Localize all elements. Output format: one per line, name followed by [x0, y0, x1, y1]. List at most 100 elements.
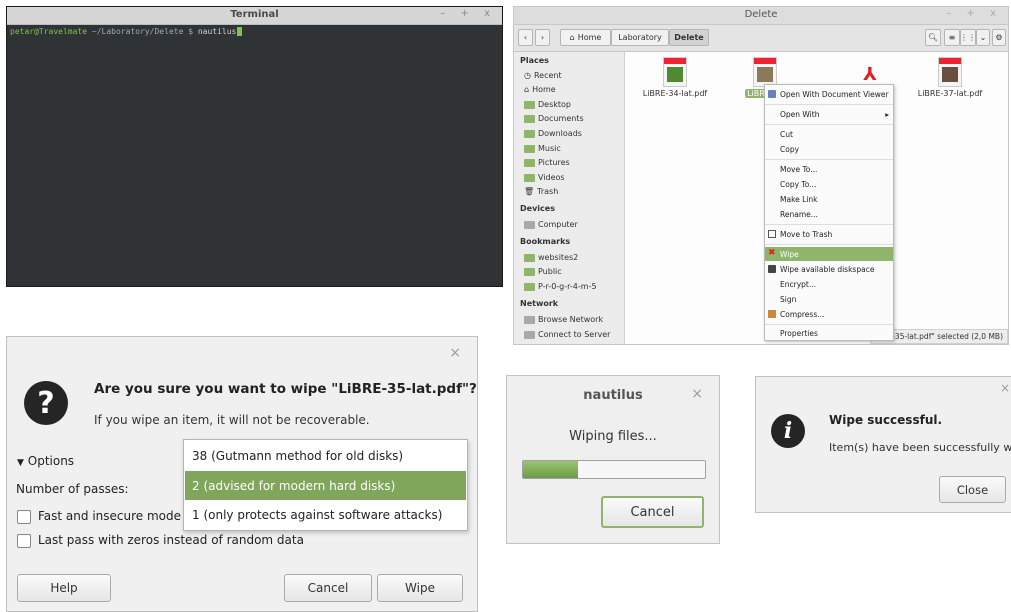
folder-icon [524, 144, 535, 153]
close-icon[interactable]: × [1000, 381, 1010, 395]
dialog-title: Are you sure you want to wipe "LiBRE-35-… [94, 381, 477, 397]
archive-icon [768, 310, 776, 318]
menu-separator [765, 104, 893, 105]
sidebar-item-browse-network[interactable]: Browse Network [524, 315, 603, 324]
menu-item-encrypt[interactable]: Encrypt... [765, 277, 893, 291]
progress-dialog: nautilus × Wiping files... Cancel [506, 375, 720, 544]
sidebar-item-websites2[interactable]: websites2 [524, 253, 578, 262]
pdf-thumbnail-icon [663, 57, 687, 87]
back-button[interactable]: ‹ [518, 29, 533, 46]
fast-mode-checkbox[interactable] [17, 510, 31, 524]
sidebar-item-programs[interactable]: P-r-0-g-r-4-m-5 [524, 282, 597, 291]
menu-item-open-with-viewer[interactable]: Open With Document Viewer [765, 87, 893, 101]
trash-icon: 🗑︎ [524, 187, 535, 196]
window-controls[interactable]: – + x [440, 8, 496, 19]
passes-option-2[interactable]: 2 (advised for modern hard disks) [185, 471, 466, 500]
sidebar-item-computer[interactable]: Computer [524, 220, 578, 229]
menu-separator [765, 159, 893, 160]
menu-item-wipe-diskspace[interactable]: Wipe available diskspace [765, 262, 893, 276]
question-icon: ? [24, 381, 68, 425]
sidebar-item-connect-server[interactable]: Connect to Server [524, 330, 610, 339]
sidebar-item-desktop[interactable]: Desktop [524, 100, 571, 109]
fm-title: Delete [744, 9, 778, 20]
forward-button[interactable]: › [535, 29, 550, 46]
menu-item-cut[interactable]: Cut [765, 127, 893, 141]
bookmarks-header: Bookmarks [520, 237, 571, 246]
window-controls[interactable]: – + x [946, 8, 1002, 19]
folder-icon [524, 114, 535, 123]
list-view-button[interactable]: ≡ [944, 29, 960, 46]
passes-label: Number of passes: [16, 482, 129, 496]
home-icon: ⌂ [569, 33, 575, 42]
sidebar-item-pictures[interactable]: Pictures [524, 158, 570, 167]
menu-item-rename[interactable]: Rename... [765, 207, 893, 221]
sidebar-item-downloads[interactable]: Downloads [524, 129, 582, 138]
fm-titlebar: Delete – + x [514, 7, 1008, 25]
network-icon [524, 315, 535, 324]
devices-header: Devices [520, 204, 555, 213]
folder-icon [524, 173, 535, 182]
menu-item-properties[interactable]: Properties [765, 326, 893, 340]
options-expander[interactable]: ▼ Options [17, 454, 74, 468]
search-button[interactable]: 🔍︎ [925, 29, 941, 46]
file-item[interactable]: LiBRE-37-lat.pdf [915, 57, 985, 98]
sidebar-item-public[interactable]: Public [524, 267, 562, 276]
terminal-command: nautilus [197, 27, 237, 36]
passes-option-1[interactable]: 1 (only protects against software attack… [185, 500, 466, 529]
menu-item-open-with[interactable]: Open With ▸ [765, 107, 893, 121]
menu-item-move-to[interactable]: Move To... [765, 162, 893, 176]
dialog-subtitle: If you wipe an item, it will not be reco… [94, 413, 370, 427]
menu-separator [765, 244, 893, 245]
menu-item-sign[interactable]: Sign [765, 292, 893, 306]
breadcrumb-laboratory[interactable]: Laboratory [611, 29, 669, 46]
sidebar-item-trash[interactable]: 🗑︎ Trash [524, 187, 558, 196]
cancel-button[interactable]: Cancel [284, 574, 372, 602]
menu-item-wipe[interactable]: ✖ Wipe [765, 247, 893, 261]
prompt-path: ~/Laboratory/Delete $ [87, 27, 198, 36]
menu-item-copy-to[interactable]: Copy To... [765, 177, 893, 191]
chevron-right-icon: › [540, 33, 545, 42]
terminal-body[interactable]: petar@Travelmate ~/Laboratory/Delete $ n… [7, 25, 502, 286]
sidebar-item-recent[interactable]: ◷ Recent [524, 71, 562, 80]
menu-item-compress[interactable]: Compress... [765, 307, 893, 321]
file-item[interactable]: LiBRE-34-lat.pdf [640, 57, 710, 98]
wipe-button[interactable]: Wipe [377, 574, 463, 602]
breadcrumb-delete[interactable]: Delete [669, 29, 709, 46]
folder-icon [524, 282, 535, 291]
context-menu: Open With Document Viewer Open With ▸ Cut… [764, 84, 894, 341]
cancel-button[interactable]: Cancel [601, 496, 704, 528]
zeros-checkbox[interactable] [17, 534, 31, 548]
sidebar-item-documents[interactable]: Documents [524, 114, 584, 123]
menu-item-make-link[interactable]: Make Link [765, 192, 893, 206]
close-icon[interactable]: × [691, 386, 703, 402]
menu-separator [765, 324, 893, 325]
fast-mode-label: Fast and insecure mode ( [38, 509, 190, 523]
terminal-titlebar: Terminal – + x [7, 7, 502, 25]
terminal-cursor [237, 27, 243, 36]
prompt-user: petar@Travelmate [10, 27, 88, 36]
grid-view-button[interactable]: ⋮⋮ [960, 29, 976, 46]
passes-option-38[interactable]: 38 (Gutmann method for old disks) [185, 441, 466, 470]
home-icon: ⌂ [524, 85, 530, 94]
help-button[interactable]: Help [17, 574, 111, 602]
wipe-x-icon: ✖ [768, 248, 776, 258]
folder-icon [524, 158, 535, 167]
grid-icon: ⋮⋮ [960, 33, 976, 42]
close-icon[interactable]: × [449, 345, 461, 361]
breadcrumb-home[interactable]: ⌂ Home [560, 29, 611, 46]
terminal-title: Terminal [230, 9, 279, 20]
menu-item-copy[interactable]: Copy [765, 142, 893, 156]
close-button[interactable]: Close [939, 476, 1006, 503]
sidebar-item-videos[interactable]: Videos [524, 173, 565, 182]
success-message: Item(s) have been successfully wiped. [829, 441, 1011, 454]
pdf-thumbnail-icon [753, 57, 777, 87]
sidebar-item-music[interactable]: Music [524, 144, 561, 153]
settings-button[interactable]: ⚙ [992, 29, 1006, 46]
view-options-button[interactable]: ⌄ [976, 29, 990, 46]
sidebar-item-home[interactable]: ⌂ Home [524, 85, 556, 94]
chevron-right-icon: ▸ [885, 109, 889, 119]
gear-icon: ⚙ [995, 33, 1003, 42]
triangle-down-icon: ▼ [17, 458, 24, 468]
computer-icon [524, 220, 535, 229]
menu-item-move-to-trash[interactable]: Move to Trash [765, 227, 893, 241]
